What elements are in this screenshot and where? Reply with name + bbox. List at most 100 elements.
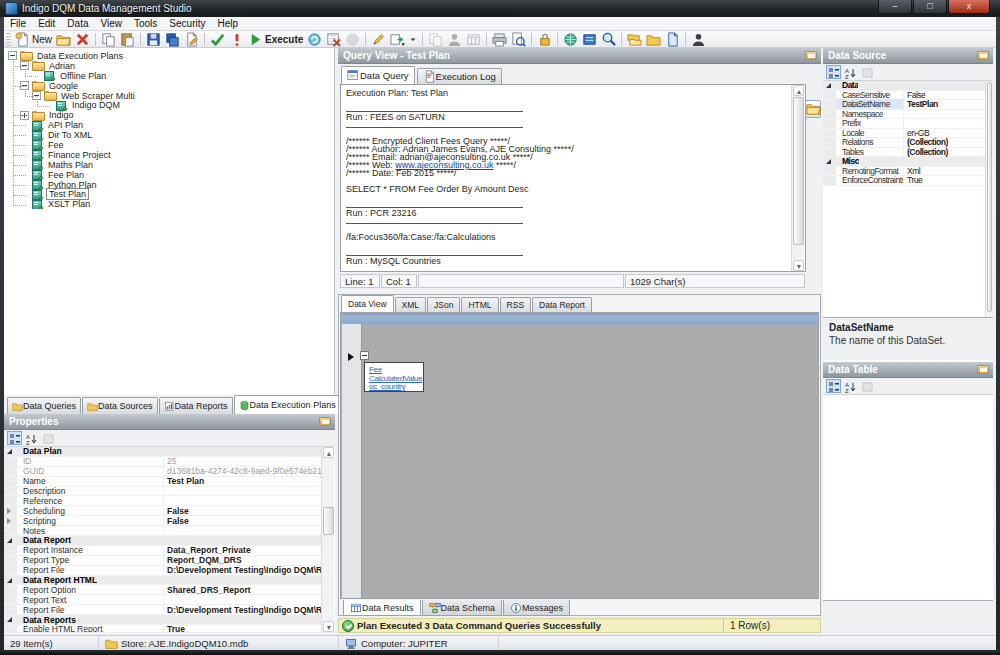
query-editor-scrollbar[interactable] bbox=[791, 85, 804, 271]
grid-disabled-icon[interactable] bbox=[464, 32, 483, 47]
tree-item-indigo-dqm[interactable]: Indigo DQM bbox=[8, 100, 334, 110]
minimize-button[interactable]: – bbox=[878, 0, 912, 14]
tree-item-data-execution-plans[interactable]: Data Execution Plans bbox=[8, 51, 334, 61]
title-bar[interactable]: Indigo DQM Data Management Studio – □ x bbox=[0, 0, 1000, 17]
tree-item-dir-to-xml[interactable]: Dir To XML bbox=[8, 130, 334, 140]
tree-item-indigo[interactable]: Indigo bbox=[8, 110, 334, 120]
execute-button[interactable]: Execute bbox=[246, 32, 305, 47]
dt-categorize-icon[interactable] bbox=[826, 379, 841, 393]
tree-item-adrian[interactable]: Adrian bbox=[8, 61, 334, 71]
clear-results-icon[interactable] bbox=[324, 32, 343, 47]
data-source-menu-icon[interactable] bbox=[977, 51, 989, 60]
print-icon[interactable] bbox=[490, 32, 509, 47]
document-icon[interactable] bbox=[663, 32, 682, 47]
tab-rss[interactable]: RSS bbox=[500, 297, 531, 312]
query-editor[interactable]: Execution Plan: Test PlanRun : FEES on S… bbox=[340, 84, 806, 272]
folders-icon[interactable] bbox=[625, 32, 644, 47]
menu-security[interactable]: Security bbox=[163, 17, 211, 30]
tree-item-offline-plan[interactable]: Offline Plan bbox=[8, 71, 334, 81]
query-builder-icon[interactable] bbox=[369, 32, 388, 47]
property-row-enforceconstraints[interactable]: EnforceConstraintsTrue bbox=[823, 176, 985, 186]
tree-item-web-scraper-multi[interactable]: Web Scraper Multi bbox=[8, 91, 334, 101]
open-icon[interactable] bbox=[54, 32, 73, 47]
security-lock-icon[interactable] bbox=[535, 32, 554, 47]
tab-execution-log[interactable]: Execution Log bbox=[417, 68, 502, 84]
menu-tools[interactable]: Tools bbox=[128, 17, 163, 30]
save-icon[interactable] bbox=[144, 32, 163, 47]
panel-menu-icon[interactable] bbox=[319, 417, 331, 426]
delete-icon[interactable] bbox=[73, 32, 92, 47]
ds-sort-alpha-icon[interactable]: AZ bbox=[843, 65, 858, 79]
search-icon[interactable] bbox=[599, 32, 618, 47]
tree-item-api-plan[interactable]: API Plan bbox=[8, 120, 334, 130]
maximize-button[interactable]: □ bbox=[913, 0, 947, 14]
edit-icon[interactable] bbox=[182, 32, 201, 47]
data-table-menu-icon[interactable] bbox=[977, 365, 989, 374]
user-icon[interactable] bbox=[689, 32, 708, 47]
print-preview-icon[interactable] bbox=[509, 32, 528, 47]
tab-html[interactable]: HTML bbox=[461, 297, 498, 312]
tab-messages[interactable]: Messages bbox=[503, 600, 570, 616]
tab-data-sources[interactable]: Data Sources bbox=[82, 397, 158, 414]
tree-item-google[interactable]: Google bbox=[8, 81, 334, 91]
validate-icon[interactable] bbox=[208, 32, 227, 47]
new-button[interactable]: New bbox=[13, 32, 54, 47]
store-icon[interactable] bbox=[644, 32, 663, 47]
properties-panel-header[interactable]: Properties bbox=[4, 414, 335, 430]
tab-data-reports[interactable]: Data Reports bbox=[159, 397, 233, 414]
menu-view[interactable]: View bbox=[94, 17, 128, 30]
query-line bbox=[346, 217, 805, 225]
menu-edit[interactable]: Edit bbox=[32, 17, 61, 30]
data-source-scrollbar[interactable] bbox=[985, 81, 993, 317]
copy-disabled-icon[interactable] bbox=[426, 32, 445, 47]
tab-xml[interactable]: XML bbox=[395, 297, 426, 312]
tab-data-execution-plans[interactable]: Data Execution Plans bbox=[234, 395, 341, 414]
tree-item-maths-plan[interactable]: Maths Plan bbox=[8, 160, 334, 170]
table-link-oc_country[interactable]: oc_country bbox=[369, 383, 423, 392]
property-pages-icon[interactable] bbox=[41, 431, 56, 445]
tab-data-view[interactable]: Data View bbox=[341, 295, 394, 312]
data-table-header[interactable]: Data Table bbox=[823, 362, 993, 378]
data-source-header[interactable]: Data Source bbox=[823, 48, 993, 64]
ds-categorize-icon[interactable] bbox=[826, 65, 841, 79]
dt-sort-alpha-icon[interactable]: AZ bbox=[843, 379, 858, 393]
export-icon[interactable] bbox=[388, 32, 407, 47]
menu-data[interactable]: Data bbox=[61, 17, 94, 30]
tree-item-test-plan[interactable]: Test Plan bbox=[8, 189, 334, 199]
close-button[interactable]: x bbox=[948, 0, 990, 14]
refresh-icon[interactable] bbox=[305, 32, 324, 47]
tab-data-queries[interactable]: Data Queries bbox=[7, 397, 81, 414]
save-all-icon[interactable] bbox=[163, 32, 182, 47]
tree-item-xslt-plan[interactable]: XSLT Plan bbox=[8, 199, 334, 209]
tree-item-fee[interactable]: Fee bbox=[8, 140, 334, 150]
property-row-enable-html-report[interactable]: Enable HTML ReportTrue bbox=[4, 625, 321, 632]
remote-icon[interactable] bbox=[580, 32, 599, 47]
tab-data-report[interactable]: Data Report bbox=[532, 297, 592, 312]
web-service-icon[interactable] bbox=[561, 32, 580, 47]
user-disabled-icon[interactable] bbox=[445, 32, 464, 47]
tab-data-query[interactable]: Data Query bbox=[341, 66, 415, 84]
export-dropdown-icon[interactable] bbox=[407, 32, 419, 47]
row-expander-icon[interactable] bbox=[360, 351, 369, 360]
collapse-icon[interactable] bbox=[8, 51, 17, 60]
menu-help[interactable]: Help bbox=[211, 17, 244, 30]
ds-property-pages-icon[interactable] bbox=[860, 65, 875, 79]
stop-icon[interactable] bbox=[343, 32, 362, 47]
open-query-icon[interactable] bbox=[805, 100, 821, 118]
categorize-icon[interactable] bbox=[7, 431, 22, 445]
data-view-grid[interactable]: FeeCalculatedValueoc_country bbox=[340, 312, 819, 599]
copy-icon[interactable] bbox=[99, 32, 118, 47]
tab-data-results[interactable]: Data Results bbox=[343, 600, 421, 616]
query-view-header[interactable]: Query View - Test Plan bbox=[338, 48, 821, 64]
query-panel-menu-icon[interactable] bbox=[805, 51, 817, 60]
menu-file[interactable]: File bbox=[4, 17, 32, 30]
tree-item-fee-plan[interactable]: Fee Plan bbox=[8, 170, 334, 180]
properties-scrollbar[interactable] bbox=[321, 447, 334, 632]
dt-property-pages-icon[interactable] bbox=[860, 379, 875, 393]
debug-icon[interactable] bbox=[227, 32, 246, 47]
tab-data-schema[interactable]: Data Schema bbox=[422, 600, 503, 616]
tree-item-finance-project[interactable]: Finance Project bbox=[8, 150, 334, 160]
paste-icon[interactable] bbox=[118, 32, 137, 47]
tab-json[interactable]: JSon bbox=[427, 297, 460, 312]
sort-alpha-icon[interactable]: AZ bbox=[24, 431, 39, 445]
